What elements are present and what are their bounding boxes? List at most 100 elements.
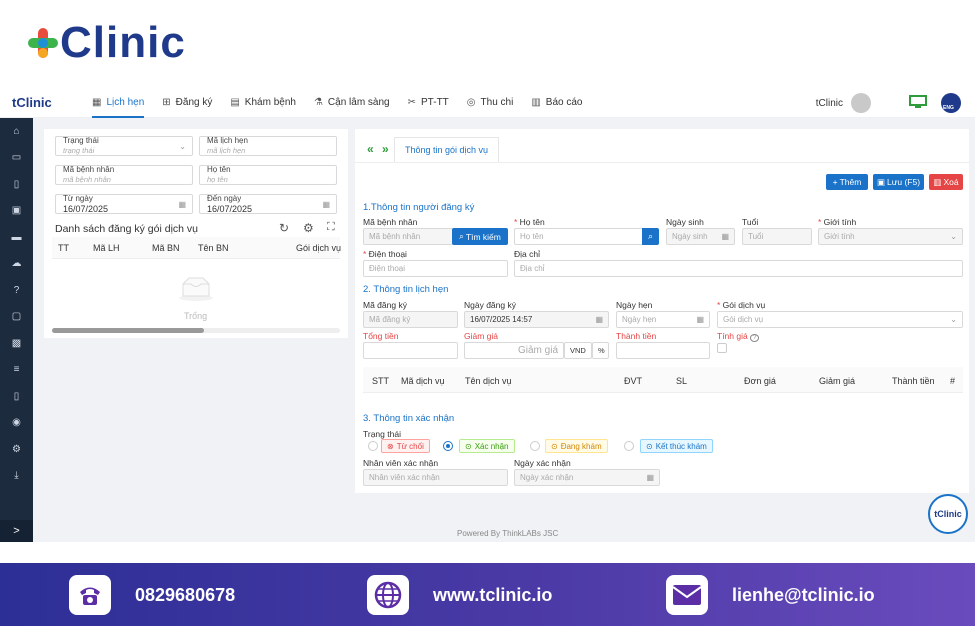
section-2-title: 2. Thông tin lịch hẹn (363, 284, 449, 295)
add-button[interactable]: + Thêm (826, 174, 868, 190)
calc-price-checkbox[interactable] (717, 343, 727, 353)
save-icon: ▣ (876, 176, 885, 187)
appointment-code-input[interactable]: Mã lịch hẹn mã lịch hẹn (199, 136, 337, 156)
package-select[interactable]: Gói dịch vụ ⌄ (717, 311, 963, 328)
status-tag-examining[interactable]: ⊙ Đang khám (545, 439, 608, 453)
small-logo[interactable]: tClinic (12, 95, 74, 110)
tab-service-package[interactable]: Thông tin gói dịch vụ (394, 137, 500, 162)
sidebar: ⌂ ▭ ▯ ▣ ▬ ☁ ? ▢ ▩ ≡ ▯ ◉ ⚙ ⤓ > (0, 118, 33, 542)
patient-code-field[interactable]: Mã bệnh nhân (363, 228, 453, 245)
hero-banner: Clinic (0, 0, 975, 88)
avatar[interactable] (851, 93, 871, 113)
nav-thu-chi[interactable]: ◎ Thu chi (467, 88, 514, 118)
empty-inbox-icon (179, 277, 213, 301)
status-radio-reject[interactable] (368, 441, 378, 451)
document-icon[interactable]: ▯ (0, 171, 33, 198)
empty-text: Trống (184, 311, 208, 321)
user-name: tClinic (815, 97, 843, 109)
horizontal-scrollbar[interactable] (52, 328, 340, 333)
search-button[interactable]: ⌕ Tìm kiếm (452, 228, 508, 245)
monitor-icon[interactable] (909, 95, 927, 109)
contact-footer: 0829680678 www.tclinic.io lienhe@tclinic… (0, 563, 975, 626)
status-radio-examining[interactable] (530, 441, 540, 451)
nav-kham-benh[interactable]: ▤ Khám bệnh (230, 88, 296, 118)
status-radio-confirm[interactable] (443, 441, 453, 451)
status-tag-reject[interactable]: ⊗ Từ chối (381, 439, 430, 453)
confirm-date-field[interactable]: Ngày xác nhận ▦ (514, 469, 660, 486)
from-date-input[interactable]: Từ ngày 16/07/2025 ▦ (55, 194, 193, 214)
bulleted-list-icon[interactable]: ≡ (0, 357, 33, 384)
plus-icon: + (832, 177, 838, 187)
nav-pt-tt[interactable]: ✂ PT-TT (408, 88, 449, 118)
unit-vnd-toggle[interactable]: VND (564, 342, 592, 359)
to-date-input[interactable]: Đến ngày 16/07/2025 ▦ (199, 194, 337, 214)
scissors-icon: ✂ (407, 97, 417, 108)
fullscreen-icon[interactable]: ⛶ (327, 221, 335, 234)
final-amount-field[interactable] (616, 342, 710, 359)
delete-button[interactable]: ▥ Xoá (929, 174, 963, 190)
cash-icon[interactable]: ▩ (0, 330, 33, 357)
name-field[interactable]: Họ tên (514, 228, 644, 245)
download-icon[interactable]: ⤓ (0, 463, 33, 490)
tclinic-float-badge[interactable]: tClinic (928, 494, 968, 534)
user-menu[interactable]: tClinic (816, 88, 871, 118)
list-icon[interactable]: ▬ (0, 224, 33, 251)
appt-date-label: Ngày hẹn (616, 300, 653, 310)
dob-field[interactable]: Ngày sinh ▦ (666, 228, 735, 245)
nav-dang-ky[interactable]: ⊞ Đăng ký (162, 88, 212, 118)
calendar-icon: ▦ (646, 473, 654, 482)
settings-icon[interactable]: ⚙ (303, 221, 314, 235)
top-navbar: tClinic ▦ Lịch hẹn ⊞ Đăng ký ▤ Khám bệnh ⚗ C… (0, 88, 975, 118)
confirmer-field[interactable]: Nhân viên xác nhận (363, 469, 508, 486)
contact-email: lienhe@tclinic.io (666, 575, 875, 615)
id-badge-icon[interactable]: ▢ (0, 304, 33, 331)
expand-sidebar-button[interactable]: > (0, 520, 33, 542)
search-icon: ⌕ (459, 231, 464, 241)
prev-arrow-icon[interactable]: « (367, 142, 374, 156)
status-select[interactable]: Trạng thái trạng thái ⌄ (55, 136, 193, 156)
cloud-upload-icon[interactable]: ☁ (0, 251, 33, 278)
nav-bao-cao[interactable]: ▥ Báo cáo (531, 88, 582, 118)
reg-code-field[interactable]: Mã đăng ký (363, 311, 458, 328)
dob-label: Ngày sinh (666, 217, 704, 227)
chevron-down-icon: ⌄ (950, 232, 957, 241)
phone-field[interactable]: Điện thoại (363, 260, 508, 277)
reg-code-label: Mã đăng ký (363, 300, 407, 310)
save-button[interactable]: ▣ Lưu (F5) (873, 174, 924, 190)
contact-phone: 0829680678 (69, 575, 235, 615)
phone-number: 0829680678 (135, 584, 236, 605)
next-arrow-icon[interactable]: » (382, 142, 389, 156)
language-flag-icon[interactable]: ENG (941, 93, 961, 113)
gender-select[interactable]: Giới tính ⌄ (818, 228, 963, 245)
chevron-down-icon: ⌄ (950, 315, 957, 324)
search-icon[interactable]: ⌕ (642, 228, 659, 245)
user-circle-icon[interactable]: ◉ (0, 410, 33, 437)
patient-code-input[interactable]: Mã bệnh nhân mã bệnh nhân (55, 165, 193, 185)
inbox-icon[interactable]: ▣ (0, 198, 33, 225)
status-tag-finished[interactable]: ⊙ Kết thúc khám (640, 439, 713, 453)
home-icon[interactable]: ⌂ (0, 118, 33, 145)
total-field[interactable] (363, 342, 458, 359)
file-icon[interactable]: ▯ (0, 383, 33, 410)
unit-percent-toggle[interactable]: % (592, 342, 609, 359)
settings-icon[interactable]: ⚙ (0, 436, 33, 463)
status-tag-confirm[interactable]: ⊙ Xác nhận (459, 439, 515, 453)
discount-label: Giảm giá (464, 331, 499, 341)
refresh-icon[interactable]: ↻ (279, 221, 289, 235)
discount-field[interactable]: Giảm giá (464, 342, 564, 359)
address-field[interactable]: Địa chỉ (514, 260, 963, 277)
reg-date-field[interactable]: 16/07/2025 14:57 ▦ (464, 311, 609, 328)
name-input[interactable]: Họ tên họ tên (199, 165, 337, 185)
package-label: * Gói dịch vụ (717, 300, 766, 310)
status-radio-finished[interactable] (624, 441, 634, 451)
age-field[interactable]: Tuổi (742, 228, 812, 245)
scrollbar-thumb[interactable] (52, 328, 204, 333)
appt-date-field[interactable]: Ngày hẹn ▦ (616, 311, 710, 328)
nav-can-lam-sang[interactable]: ⚗ Cận lâm sàng (314, 88, 390, 118)
help-icon[interactable]: ? (0, 277, 33, 304)
confirm-date-label: Ngày xác nhận (514, 458, 571, 468)
clipboard-icon: ▤ (230, 97, 240, 108)
nav-lich-hen[interactable]: ▦ Lịch hẹn (92, 88, 145, 118)
id-card-icon[interactable]: ▭ (0, 145, 33, 172)
name-label: * Họ tên (514, 217, 545, 227)
